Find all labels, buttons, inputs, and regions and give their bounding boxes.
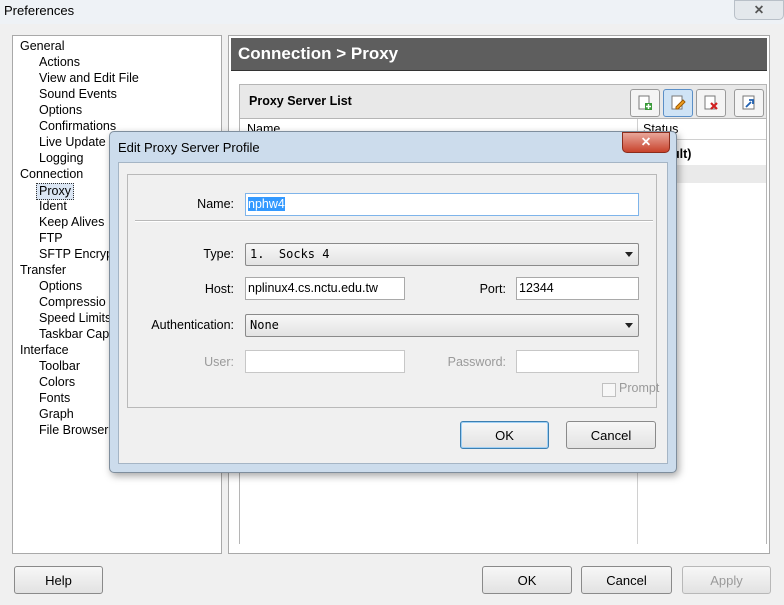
type-value: 1. Socks 4: [250, 247, 330, 261]
dialog-cancel-button[interactable]: Cancel: [566, 421, 656, 449]
delete-proxy-button[interactable]: [696, 89, 726, 117]
help-button[interactable]: Help: [14, 566, 103, 594]
cancel-button[interactable]: Cancel: [581, 566, 672, 594]
tree-item-fonts[interactable]: Fonts: [39, 391, 70, 406]
tree-item-logging[interactable]: Logging: [39, 151, 84, 166]
tree-item-actions[interactable]: Actions: [39, 55, 80, 70]
password-field[interactable]: [516, 350, 639, 373]
tree-item-live-update[interactable]: Live Update: [39, 135, 106, 150]
tree-item-confirmations[interactable]: Confirmations: [39, 119, 116, 134]
chevron-down-icon: [625, 252, 633, 257]
proxy-list-title: Proxy Server List: [249, 94, 352, 108]
dialog-title: Edit Proxy Server Profile: [118, 140, 260, 155]
tree-item-keep-alives[interactable]: Keep Alives: [39, 215, 104, 230]
user-field[interactable]: [245, 350, 405, 373]
tree-item-interface[interactable]: Interface: [20, 343, 69, 358]
tree-item-ftp[interactable]: FTP: [39, 231, 63, 246]
dialog-ok-button[interactable]: OK: [460, 421, 549, 449]
tree-item-options[interactable]: Options: [39, 103, 82, 118]
edit-icon: [671, 95, 686, 110]
apply-button[interactable]: Apply: [682, 566, 771, 594]
type-label: Type:: [203, 247, 234, 261]
section-title: Connection > Proxy: [238, 44, 399, 63]
user-label: User:: [204, 355, 234, 369]
chevron-down-icon: [625, 323, 633, 328]
tree-item-graph[interactable]: Graph: [39, 407, 74, 422]
edit-proxy-dialog: Edit Proxy Server Profile ✕ Name: nphw4 …: [109, 131, 677, 473]
tree-item-sftp-encryp[interactable]: SFTP Encryp: [39, 247, 113, 262]
host-field[interactable]: nplinux4.cs.nctu.edu.tw: [245, 277, 405, 300]
tree-item-connection[interactable]: Connection: [20, 167, 83, 182]
tree-item-transfer[interactable]: Transfer: [20, 263, 66, 278]
port-field[interactable]: 12344: [516, 277, 639, 300]
proxy-profile-form: Name: nphw4 Type: 1. Socks 4 Host: nplin…: [127, 174, 660, 408]
tree-item-toolbar[interactable]: Toolbar: [39, 359, 80, 374]
edit-proxy-button[interactable]: [663, 89, 693, 117]
tree-item-sound-events[interactable]: Sound Events: [39, 87, 117, 102]
pin-icon: [742, 95, 755, 110]
set-default-proxy-button[interactable]: [734, 89, 764, 117]
tree-item-options[interactable]: Options: [39, 279, 82, 294]
name-value: nphw4: [248, 197, 285, 211]
add-icon: [638, 95, 652, 110]
delete-icon: [704, 95, 718, 110]
tree-item-proxy[interactable]: Proxy: [36, 183, 74, 200]
authentication-value: None: [250, 318, 279, 332]
tree-item-file-browser[interactable]: File Browser: [39, 423, 108, 438]
dialog-body: Name: nphw4 Type: 1. Socks 4 Host: nplin…: [118, 162, 668, 464]
tree-item-general[interactable]: General: [20, 39, 64, 54]
add-proxy-button[interactable]: [630, 89, 660, 117]
port-label: Port:: [479, 282, 506, 296]
tree-item-speed-limits[interactable]: Speed Limits: [39, 311, 111, 326]
tree-item-compressio[interactable]: Compressio: [39, 295, 106, 310]
tree-item-view-and-edit-file[interactable]: View and Edit File: [39, 71, 139, 86]
name-label: Name:: [197, 197, 234, 211]
dialog-close-button[interactable]: ✕: [622, 132, 670, 153]
authentication-label: Authentication:: [151, 318, 234, 332]
authentication-dropdown[interactable]: None: [245, 314, 639, 337]
password-label: Password:: [447, 355, 506, 369]
name-field[interactable]: nphw4: [245, 193, 639, 216]
type-dropdown[interactable]: 1. Socks 4: [245, 243, 639, 266]
window-close-button[interactable]: ✕: [734, 0, 784, 20]
host-label: Host:: [204, 282, 234, 296]
prompt-checkbox[interactable]: [602, 383, 616, 397]
tree-item-colors[interactable]: Colors: [39, 375, 75, 390]
form-divider: [135, 220, 653, 222]
section-header: Connection > Proxy: [231, 38, 767, 71]
tree-item-taskbar-cap[interactable]: Taskbar Cap: [39, 327, 109, 342]
tree-item-ident[interactable]: Ident: [39, 199, 67, 214]
prompt-label: Prompt: [619, 381, 660, 395]
ok-button[interactable]: OK: [482, 566, 572, 594]
window-title: Preferences: [4, 3, 75, 18]
window-titlebar: Preferences ✕: [0, 0, 784, 24]
